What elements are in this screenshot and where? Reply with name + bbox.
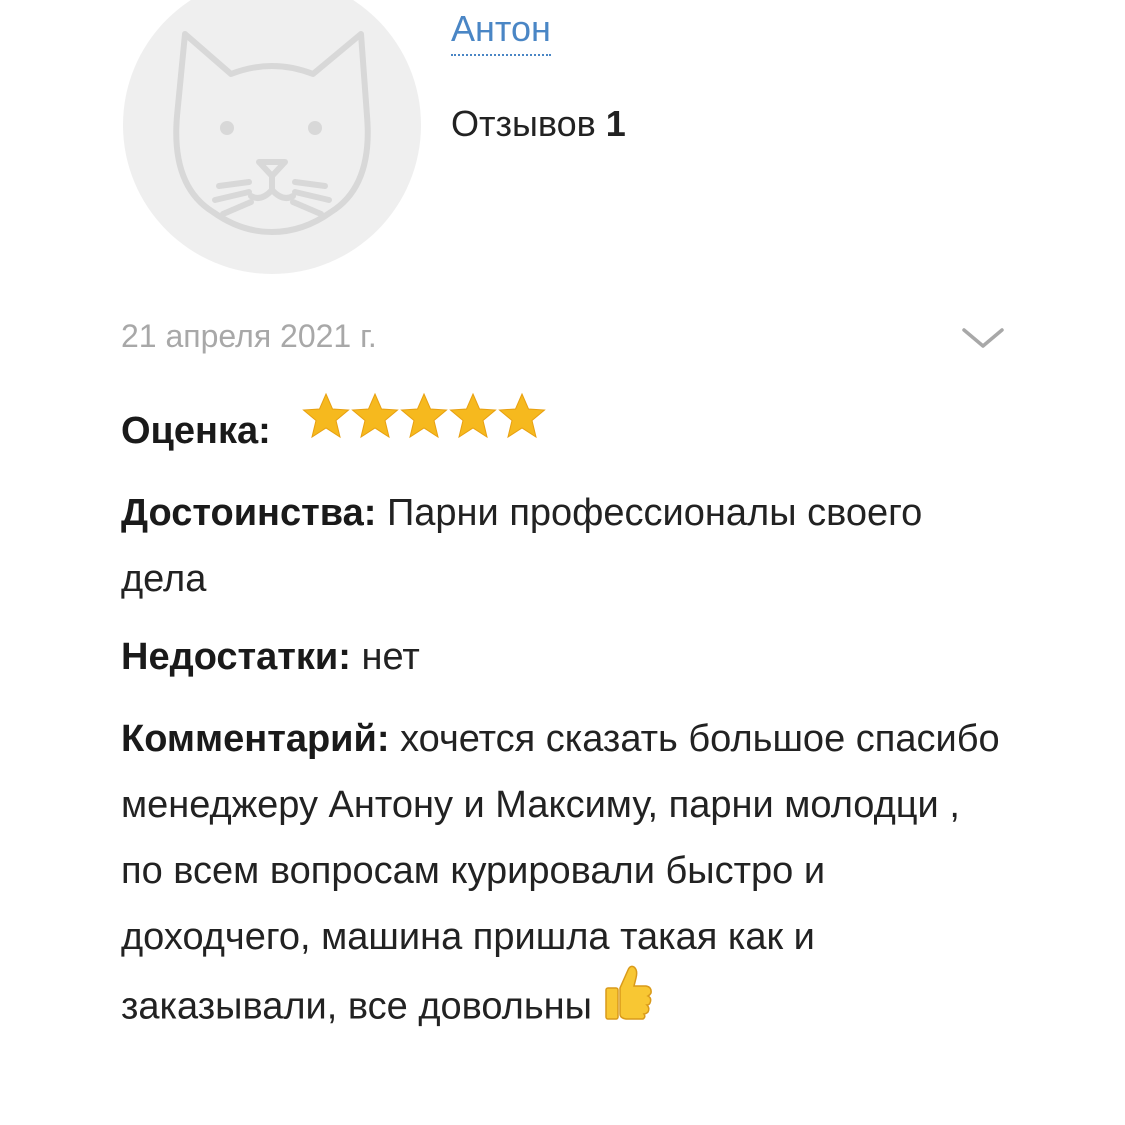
- cons-label: Недостатки:: [121, 636, 351, 678]
- reviews-count-label: Отзывов: [451, 103, 596, 144]
- author-name-link[interactable]: Антон: [451, 8, 551, 56]
- comment-label: Комментарий:: [121, 718, 390, 760]
- star-icon: [351, 393, 399, 439]
- reviews-count-value: 1: [605, 103, 626, 144]
- star-icon: [400, 393, 448, 439]
- rating-row: Оценка:: [121, 393, 1001, 467]
- avatar: [123, 0, 421, 274]
- comment-section: Комментарий: хочется сказать большое спа…: [121, 706, 1001, 1047]
- thumbs-up-icon: [602, 964, 654, 1041]
- star-icon: [302, 393, 350, 439]
- cons-section: Недостатки: нет: [121, 624, 1001, 690]
- rating-label: Оценка:: [121, 410, 271, 452]
- star-icon: [498, 393, 546, 439]
- star-icon: [449, 393, 497, 439]
- review-date: 21 апреля 2021 г.: [121, 318, 377, 354]
- reviews-count: Отзывов 1: [451, 102, 626, 146]
- pros-label: Достоинства:: [121, 492, 377, 534]
- comment-text: хочется сказать большое спасибо менеджер…: [121, 718, 1000, 1028]
- rating-stars: [301, 392, 546, 461]
- cat-avatar-icon: [173, 31, 371, 235]
- pros-section: Достоинства: Парни профессионалы своего …: [121, 480, 1001, 612]
- chevron-down-icon[interactable]: [960, 322, 1006, 352]
- cons-text: нет: [361, 636, 420, 678]
